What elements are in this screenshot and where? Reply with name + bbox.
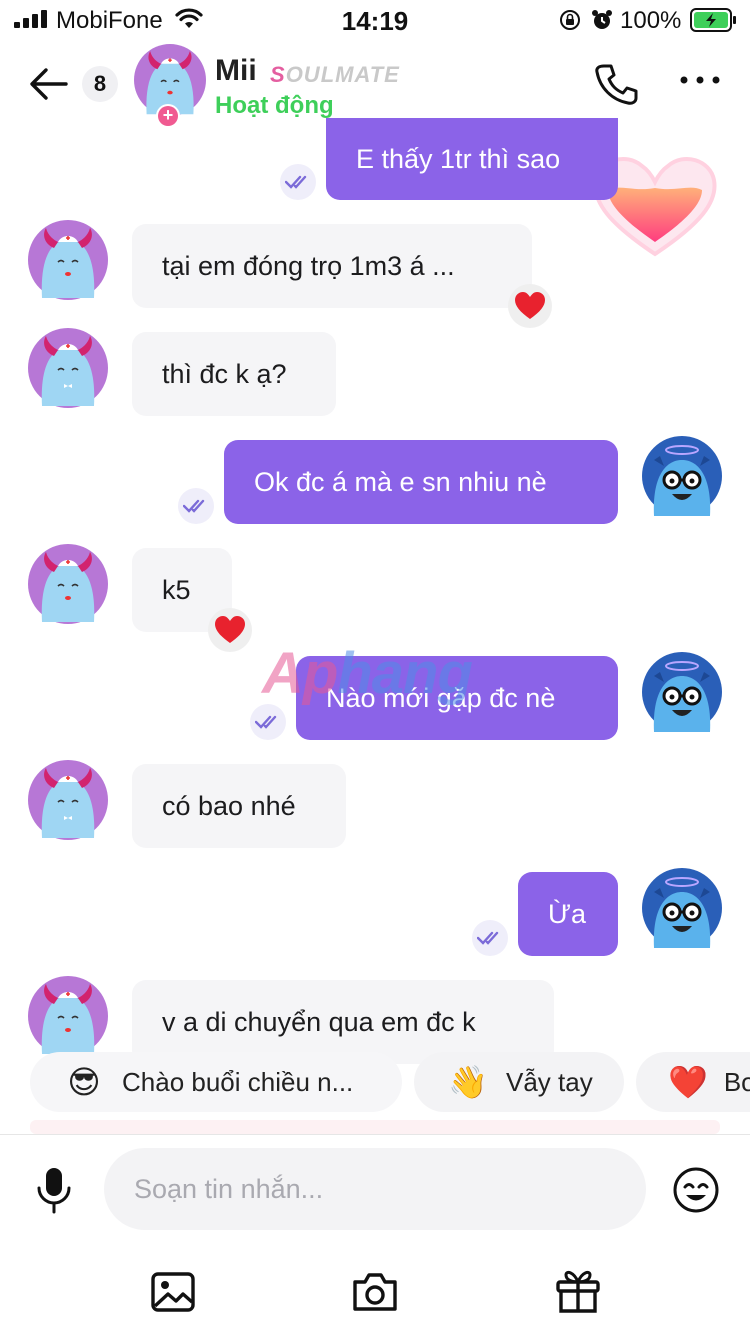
message-bubble-incoming[interactable]: có bao nhé: [132, 764, 346, 848]
alarm-icon: [592, 10, 612, 29]
quick-reply-chip[interactable]: ❤️ Bo: [636, 1052, 750, 1112]
message-text: Ừa: [548, 899, 587, 929]
message-text: v a di chuyển qua em đc k: [162, 1007, 476, 1037]
online-status: Hoạt động: [215, 92, 334, 119]
message-bubble-outgoing[interactable]: Ừa: [518, 872, 618, 956]
contact-name: Mii: [215, 54, 257, 87]
heart-icon: ❤️: [668, 1064, 708, 1100]
unread-count-badge: 8: [82, 66, 118, 102]
back-arrow-icon[interactable]: [28, 64, 72, 104]
hidden-banner: [30, 1120, 720, 1134]
message-bubble-outgoing[interactable]: Ok đc á mà e sn nhiu nè: [224, 440, 618, 524]
message-text: có bao nhé: [162, 791, 296, 821]
reaction-heart-icon[interactable]: [208, 608, 252, 652]
microphone-icon[interactable]: [36, 1166, 72, 1214]
camera-icon[interactable]: [351, 1268, 399, 1314]
quick-reply-chip[interactable]: 😎 Chào buổi chiều n...: [30, 1052, 402, 1112]
soulmate-tag: SOULMATE: [270, 62, 400, 87]
waving-hand-icon: 👋: [448, 1064, 488, 1100]
phone-call-icon[interactable]: [594, 62, 638, 106]
quick-reply-chip[interactable]: 👋 Vẫy tay: [414, 1052, 624, 1112]
composer-divider: [0, 1134, 750, 1135]
gallery-image-icon[interactable]: [150, 1268, 198, 1314]
quick-replies-bar: 😎 Chào buổi chiều n... 👋 Vẫy tay ❤️ Bo: [0, 1052, 750, 1112]
seen-check-icon: [472, 920, 508, 956]
message-input[interactable]: [104, 1148, 646, 1230]
message-bubble-outgoing[interactable]: E thấy 1tr thì sao: [326, 118, 618, 200]
my-avatar[interactable]: [642, 436, 722, 516]
my-avatar[interactable]: [642, 652, 722, 732]
add-friend-icon[interactable]: +: [156, 104, 180, 128]
chat-header: 8 + Mii SOULMATE Hoạt động: [0, 40, 750, 130]
watermark-logo: Aphang: [262, 641, 473, 706]
avatar[interactable]: [28, 760, 108, 840]
message-text: E thấy 1tr thì sao: [356, 144, 561, 174]
message-bubble-incoming[interactable]: thì đc k ạ?: [132, 332, 336, 416]
orientation-lock-icon: [560, 10, 580, 30]
sun-sunglasses-icon: 😎: [67, 1064, 101, 1100]
reaction-heart-icon[interactable]: [508, 284, 552, 328]
quick-reply-label: Vẫy tay: [506, 1066, 593, 1097]
quick-reply-label: Chào buổi chiều n...: [122, 1066, 354, 1097]
avatar[interactable]: [28, 544, 108, 624]
seen-check-icon: [250, 704, 286, 740]
avatar[interactable]: [28, 328, 108, 408]
seen-check-icon: [280, 164, 316, 200]
emoji-icon[interactable]: [672, 1166, 720, 1214]
status-bar: MobiFone 14:19 100%: [0, 0, 750, 40]
more-options-icon[interactable]: [678, 70, 722, 90]
gift-icon[interactable]: [554, 1268, 602, 1314]
avatar[interactable]: [28, 976, 108, 1056]
message-text: thì đc k ạ?: [162, 359, 287, 389]
message-text: Ok đc á mà e sn nhiu nè: [254, 467, 547, 497]
message-bubble-incoming[interactable]: tại em đóng trọ 1m3 á ...: [132, 224, 532, 308]
message-text: k5: [162, 575, 191, 605]
quick-reply-label: Bo: [723, 1066, 750, 1097]
battery-charging-icon: [690, 8, 736, 32]
avatar[interactable]: [28, 220, 108, 300]
message-text: tại em đóng trọ 1m3 á ...: [162, 251, 455, 281]
battery-percent: 100%: [620, 7, 682, 34]
my-avatar[interactable]: [642, 868, 722, 948]
seen-check-icon: [178, 488, 214, 524]
